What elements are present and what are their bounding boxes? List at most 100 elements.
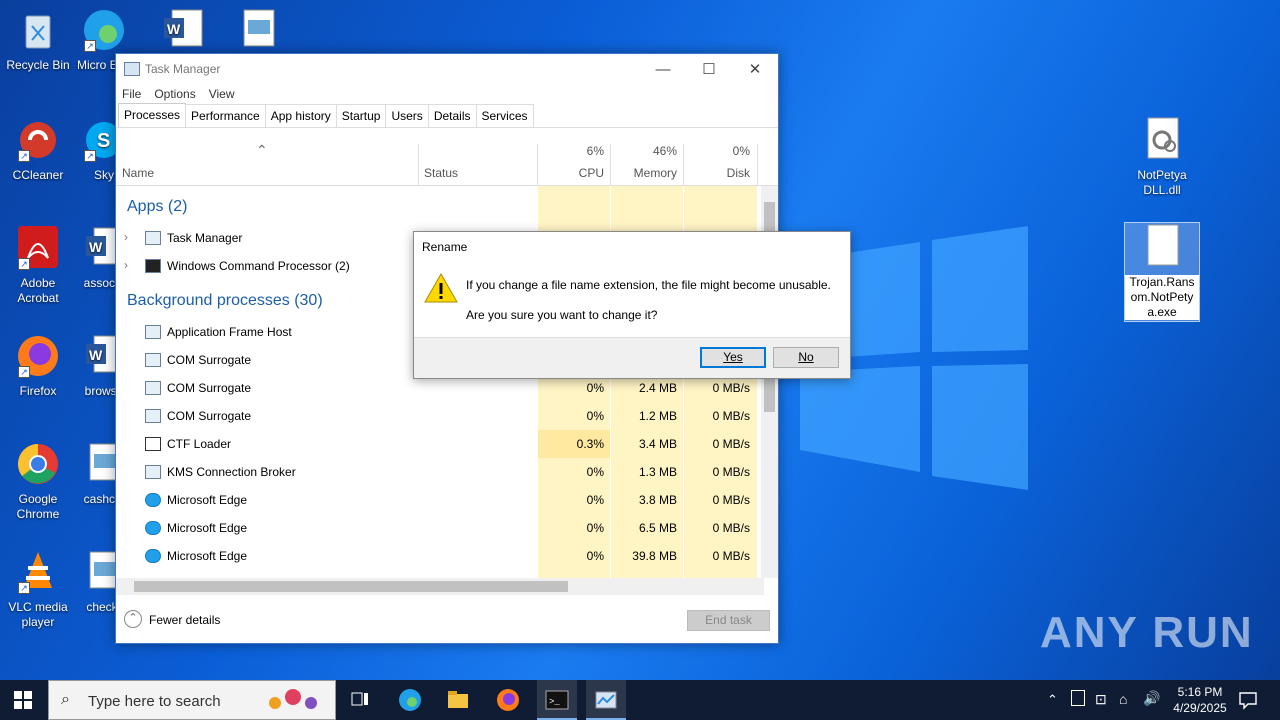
process-cpu: 0% bbox=[586, 521, 604, 535]
process-name: CTF Loader bbox=[167, 437, 232, 451]
collapse-icon[interactable]: ⌃ bbox=[124, 610, 142, 628]
close-button[interactable]: ✕ bbox=[732, 54, 778, 84]
tab-app-history[interactable]: App history bbox=[264, 104, 337, 127]
svg-text:W: W bbox=[89, 239, 103, 255]
minimize-button[interactable]: — bbox=[640, 54, 686, 84]
desktop-icon-ccleaner[interactable]: ↗ CCleaner bbox=[0, 116, 76, 183]
desktop-icon-trojan-exe[interactable]: Trojan.Ransom.NotPetya.exe bbox=[1124, 222, 1200, 322]
file-explorer-icon[interactable] bbox=[446, 688, 470, 712]
process-name: Application Frame Host bbox=[167, 325, 292, 339]
process-disk: 0 MB/s bbox=[712, 437, 750, 451]
yes-button[interactable]: Yes bbox=[700, 347, 766, 368]
tray-device-icon[interactable] bbox=[1071, 690, 1085, 706]
process-icon bbox=[145, 353, 161, 367]
desktop-icon-vlc[interactable]: ↗ VLC media player bbox=[0, 548, 76, 630]
process-row[interactable]: CTF Loader 0.3% 3.4 MB 0 MB/s bbox=[116, 430, 764, 458]
process-memory: 6.5 MB bbox=[638, 521, 677, 535]
process-cpu: 0% bbox=[586, 493, 604, 507]
search-icon: ⌕ bbox=[61, 691, 70, 708]
cmd-taskbar-button[interactable]: >_ bbox=[537, 680, 577, 720]
tab-startup[interactable]: Startup bbox=[335, 104, 387, 127]
scroll-thumb[interactable] bbox=[134, 581, 568, 592]
process-cpu: 0.3% bbox=[576, 437, 604, 451]
tab-performance[interactable]: Performance bbox=[185, 104, 266, 127]
desktop-icon-firefox[interactable]: ↗ Firefox bbox=[0, 332, 76, 399]
task-manager-icon bbox=[145, 231, 161, 245]
tab-users[interactable]: Users bbox=[385, 104, 429, 127]
maximize-button[interactable]: ☐ bbox=[686, 54, 732, 84]
anyrun-watermark: ANY RUN bbox=[1040, 608, 1254, 657]
process-disk: 0 MB/s bbox=[712, 521, 750, 535]
process-name: Microsoft Edge bbox=[167, 521, 248, 535]
dialog-message: If you change a file name extension, the… bbox=[466, 278, 831, 292]
acrobat-icon: ↗ bbox=[14, 224, 62, 272]
process-name: Windows Command Processor (2) bbox=[167, 259, 350, 273]
desktop-icon-chrome[interactable]: Google Chrome bbox=[0, 440, 76, 522]
edge-taskbar-icon[interactable] bbox=[398, 688, 422, 712]
tab-strip: Processes Performance App history Startu… bbox=[116, 103, 778, 128]
process-icon bbox=[145, 325, 161, 339]
tray-overflow-icon[interactable]: ⌃ bbox=[1047, 692, 1058, 708]
expand-chevron-icon[interactable]: › bbox=[124, 258, 128, 272]
process-disk: 0 MB/s bbox=[712, 493, 750, 507]
desktop-icon-notpetya-dll[interactable]: NotPetya DLL.dll bbox=[1124, 116, 1200, 198]
start-icon[interactable] bbox=[14, 691, 32, 709]
task-manager-icon bbox=[124, 62, 140, 76]
sort-arrow-icon[interactable]: ⌃ bbox=[256, 142, 268, 184]
notifications-icon[interactable] bbox=[1238, 690, 1258, 710]
process-row[interactable]: COM Surrogate 0% 1.2 MB 0 MB/s bbox=[116, 402, 764, 430]
fewer-details-link[interactable]: Fewer details bbox=[149, 613, 220, 627]
cmd-icon: >_ bbox=[545, 690, 569, 710]
process-row[interactable]: Microsoft Edge 0% 39.8 MB 0 MB/s bbox=[116, 542, 764, 570]
clock[interactable]: 5:16 PM 4/29/2025 bbox=[1162, 684, 1238, 716]
expand-chevron-icon[interactable]: › bbox=[124, 230, 128, 244]
process-row[interactable]: Microsoft Edge 0% 3.8 MB 0 MB/s bbox=[116, 486, 764, 514]
desktop-icon-label: VLC media player bbox=[8, 600, 68, 629]
process-icon bbox=[145, 381, 161, 395]
menu-file[interactable]: File bbox=[122, 87, 141, 101]
taskbar-search-box[interactable]: ⌕ Type here to search bbox=[48, 680, 336, 720]
search-highlight-icon bbox=[269, 689, 317, 709]
desktop-icon-image[interactable] bbox=[228, 6, 288, 58]
edge-icon bbox=[145, 549, 161, 563]
horizontal-scrollbar[interactable] bbox=[116, 578, 764, 595]
tab-services[interactable]: Services bbox=[475, 104, 534, 127]
process-memory: 2.4 MB bbox=[638, 381, 677, 395]
no-button[interactable]: No bbox=[773, 347, 839, 368]
desktop-icon-acrobat[interactable]: ↗ Adobe Acrobat bbox=[0, 224, 76, 306]
process-name: COM Surrogate bbox=[167, 353, 252, 367]
dialog-title: Rename bbox=[422, 240, 468, 254]
process-memory: 3.8 MB bbox=[638, 493, 677, 507]
process-name: Microsoft Edge bbox=[167, 493, 248, 507]
desktop-icon-recycle-bin[interactable]: Recycle Bin bbox=[0, 6, 76, 73]
process-cpu: 0% bbox=[586, 381, 604, 395]
process-memory: 1.3 MB bbox=[638, 465, 677, 479]
desktop-icon-word-doc[interactable]: W bbox=[152, 6, 212, 58]
process-name: COM Surrogate bbox=[167, 409, 252, 423]
volume-icon[interactable]: 🔊 bbox=[1143, 690, 1160, 707]
taskbar: ⌕ Type here to search >_ ⌃ ⊡ ⌂ 🔊 5:16 PM… bbox=[0, 680, 1280, 720]
task-manager-taskbar-button[interactable] bbox=[586, 680, 626, 720]
vlc-icon: ↗ bbox=[14, 548, 62, 596]
firefox-taskbar-icon[interactable] bbox=[496, 688, 520, 712]
desktop-icon-label: Firefox bbox=[19, 384, 57, 398]
menu-view[interactable]: View bbox=[209, 87, 235, 101]
group-background: Background processes (30) bbox=[127, 292, 323, 309]
tray-meet-icon[interactable]: ⊡ bbox=[1095, 691, 1107, 708]
network-icon[interactable]: ⌂ bbox=[1119, 691, 1127, 707]
tab-details[interactable]: Details bbox=[427, 104, 477, 127]
process-memory: 1.2 MB bbox=[638, 409, 677, 423]
process-name: KMS Connection Broker bbox=[167, 465, 296, 479]
process-memory: 3.4 MB bbox=[638, 437, 677, 451]
process-name: Microsoft Edge bbox=[167, 549, 248, 563]
process-disk: 0 MB/s bbox=[712, 409, 750, 423]
end-task-button[interactable]: End task bbox=[687, 610, 770, 631]
process-cpu: 0% bbox=[586, 465, 604, 479]
task-view-icon[interactable] bbox=[348, 688, 372, 712]
process-row[interactable]: KMS Connection Broker 0% 1.3 MB 0 MB/s bbox=[116, 458, 764, 486]
tab-processes[interactable]: Processes bbox=[118, 103, 187, 127]
menu-options[interactable]: Options bbox=[154, 87, 195, 101]
svg-text:>_: >_ bbox=[549, 697, 560, 707]
process-disk: 0 MB/s bbox=[712, 381, 750, 395]
process-row[interactable]: Microsoft Edge 0% 6.5 MB 0 MB/s bbox=[116, 514, 764, 542]
